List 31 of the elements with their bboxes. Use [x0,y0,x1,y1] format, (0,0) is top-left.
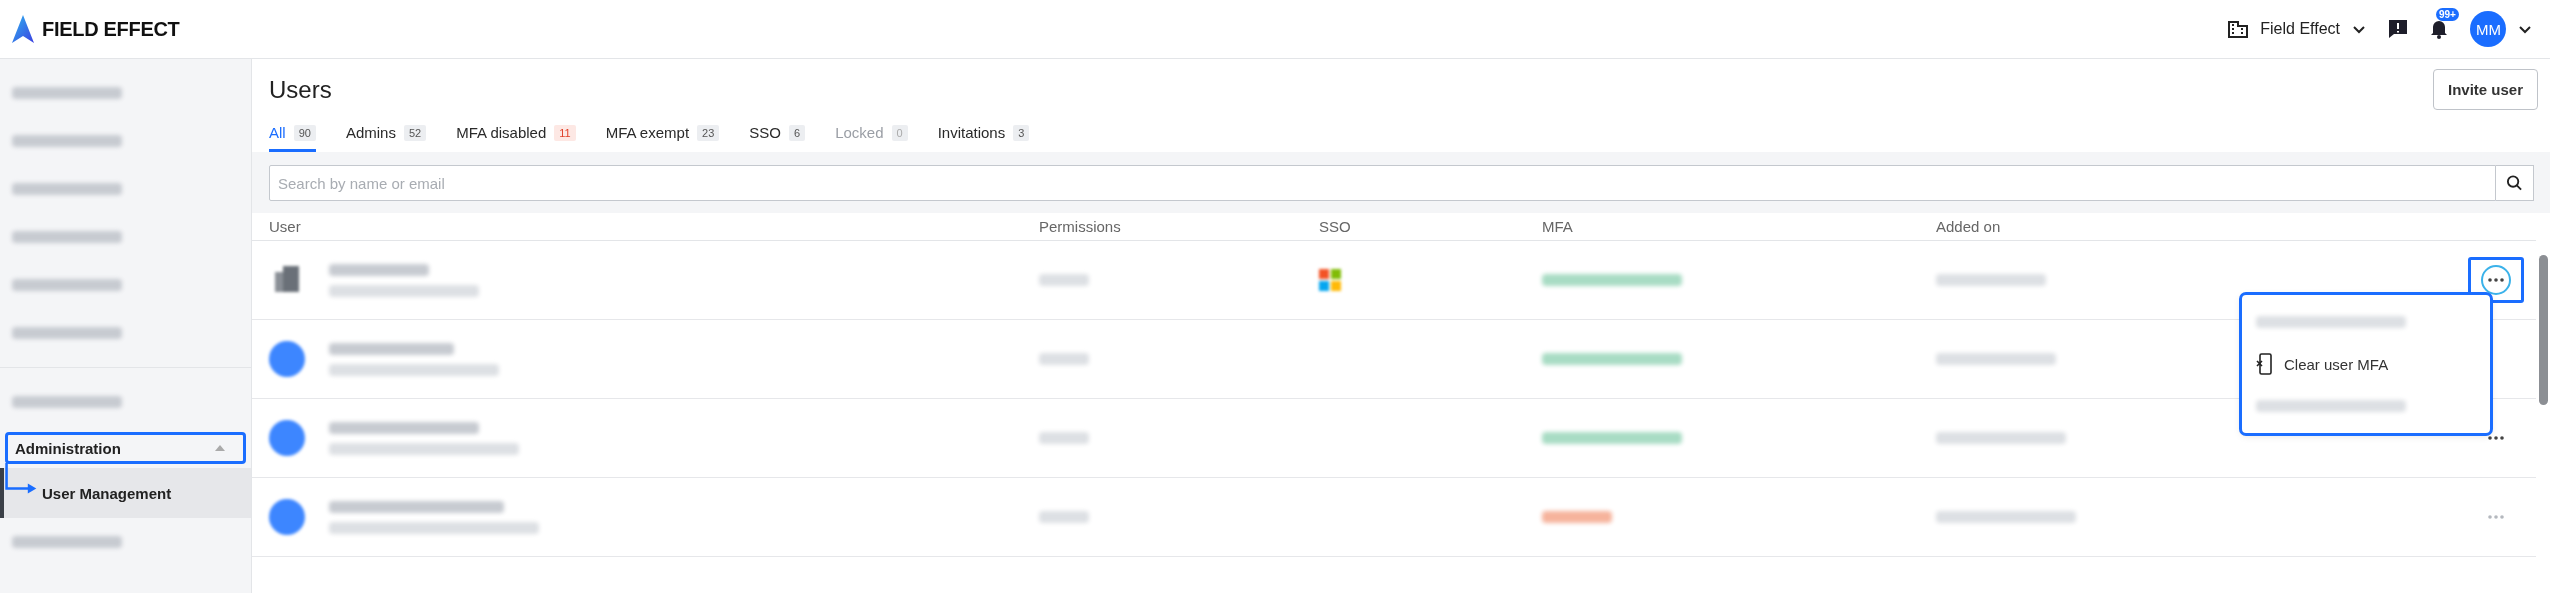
bell-icon[interactable] [2430,19,2448,39]
logo-icon [12,15,34,43]
redacted-text [1039,274,1089,286]
feedback-icon[interactable] [2388,19,2408,39]
building-icon [2228,20,2249,38]
redacted-text [1039,432,1089,444]
phone-clear-icon [2256,353,2272,375]
column-header: Permissions [1039,218,1122,235]
tab[interactable]: SSO 6 [749,120,806,152]
search-field[interactable]: Search by name or email [269,165,2496,201]
tab[interactable]: Invitations 3 [937,120,1030,152]
tab[interactable]: MFA exempt 23 [605,120,720,152]
caret-icon [215,445,225,451]
redacted-text [1039,353,1089,365]
menu-item[interactable]: Clear user MFA [2242,343,2490,385]
column-header: MFA [1542,218,1574,235]
user-avatar[interactable]: MM [2470,11,2506,47]
redacted-text [1039,511,1089,523]
sidebar-section[interactable]: Administration [5,432,246,464]
tab[interactable]: Admins 52 [345,120,427,152]
notification-badge: 99+ [2436,8,2459,21]
sidebar-item[interactable]: User Management [42,484,172,502]
search-icon[interactable] [2496,165,2534,201]
invite-user-button[interactable]: Invite user [2432,69,2538,110]
column-header: SSO [1319,218,1352,235]
tab[interactable]: MFA disabled 11 [456,120,576,152]
organization-selector[interactable]: Field Effect [2228,20,2366,38]
column-header: User [269,218,302,235]
column-header: Added on [1936,218,2002,235]
logo-text: FIELD EFFECT [42,17,180,41]
page-title: Users [269,75,332,104]
